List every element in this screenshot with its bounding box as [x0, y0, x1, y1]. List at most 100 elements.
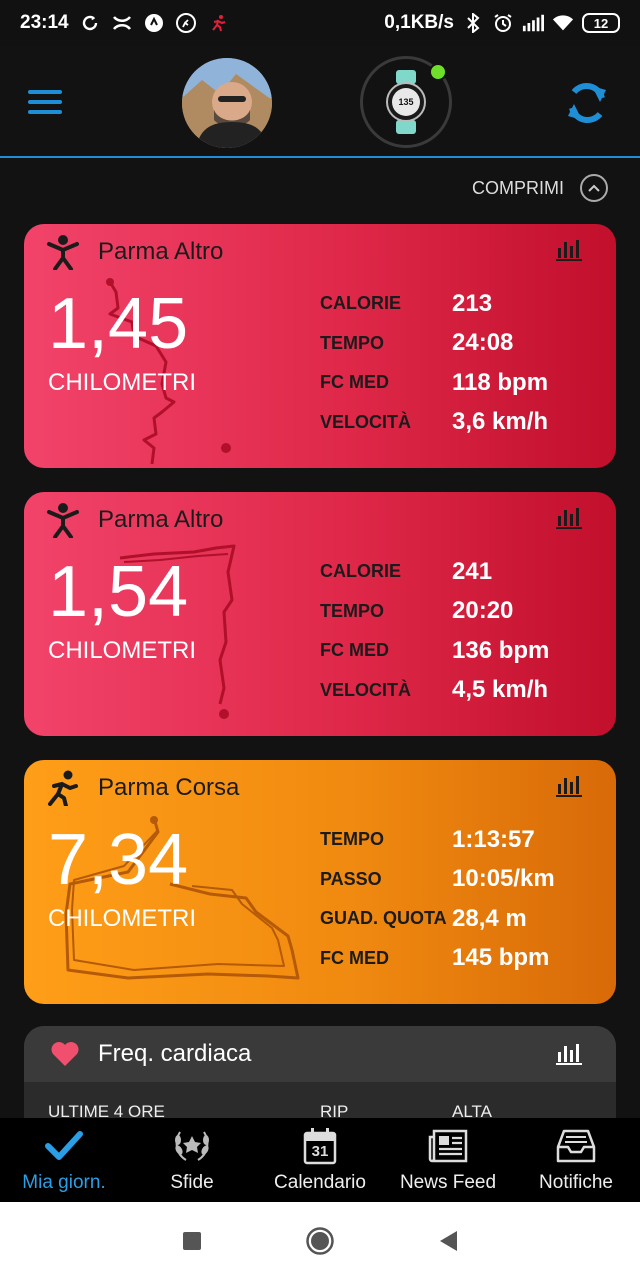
recents-button[interactable]	[176, 1225, 208, 1257]
circle-icon	[306, 1227, 334, 1255]
home-button[interactable]	[304, 1225, 336, 1257]
nav-label: Notifiche	[539, 1172, 613, 1193]
alarm-icon	[492, 12, 514, 34]
stat-row: VELOCITÀ 3,6 km/h	[320, 403, 548, 443]
nav-notifications[interactable]: Notifiche	[512, 1118, 640, 1202]
bottom-nav: Mia giorn. Sfide 31 Calendario News Feed…	[0, 1118, 640, 1202]
heart-icon	[51, 1042, 79, 1066]
column-header: RIP	[320, 1102, 349, 1118]
nav-news-feed[interactable]: News Feed	[384, 1118, 512, 1202]
stat-value: 4,5 km/h	[452, 676, 549, 704]
stat-label: TEMPO	[320, 332, 385, 353]
nav-label: Sfide	[170, 1172, 214, 1193]
device-watch-button[interactable]: 135	[360, 56, 452, 148]
system-nav-bar	[0, 1202, 640, 1280]
bar-chart-icon[interactable]	[556, 1042, 584, 1066]
stat-value: 213	[452, 289, 493, 317]
activity-title: Parma Altro	[98, 238, 224, 265]
sync-icon[interactable]	[562, 78, 612, 128]
activity-card[interactable]: Parma Altro 1,54 CHILOMETRI CALORIE 241 T…	[24, 492, 616, 736]
app-header: 135	[0, 46, 640, 158]
running-app-icon	[175, 12, 197, 34]
card-header: Parma Altro	[46, 232, 223, 272]
column-header: ALTA	[452, 1102, 492, 1118]
activity-card[interactable]: Parma Corsa 7,34 CHILOMETRI TEMPO 1:13:57…	[24, 760, 616, 1004]
distance-value: 1,54	[48, 552, 189, 632]
back-button[interactable]	[432, 1225, 464, 1257]
nav-challenges[interactable]: Sfide	[128, 1118, 256, 1202]
stat-value: 10:05/km	[452, 865, 555, 893]
wifi-icon	[552, 12, 574, 34]
stat-value: 145 bpm	[452, 944, 550, 972]
stat-label: FC MED	[320, 640, 389, 661]
stat-row: GUAD. QUOTA 28,4 m	[320, 899, 555, 939]
stat-label: GUAD. QUOTA	[320, 908, 447, 929]
card-header: Parma Altro	[46, 500, 223, 540]
status-bar: 23:14 0,1KB/s 12	[0, 0, 640, 46]
column-header: ULTIME 4 ORE	[48, 1102, 165, 1118]
heart-rate-columns: ULTIME 4 ORE RIP ALTA	[48, 1102, 492, 1118]
collapse-label: COMPRIMI	[472, 177, 564, 198]
hamburger-icon[interactable]	[28, 90, 62, 114]
bar-chart-icon[interactable]	[556, 506, 584, 530]
activity-title: Parma Altro	[98, 506, 224, 533]
sync-icon	[79, 12, 101, 34]
stat-label: VELOCITÀ	[320, 411, 412, 432]
stat-label: CALORIE	[320, 561, 401, 582]
stats-list: CALORIE 213 TEMPO 24:08 FC MED 118 bpm VELO…	[320, 284, 548, 442]
stat-row: PASSO 10:05/km	[320, 860, 555, 900]
stat-row: TEMPO 20:20	[320, 592, 549, 632]
signal-icon	[522, 12, 544, 34]
calendar-icon: 31	[300, 1126, 340, 1166]
watch-screen-value: 135	[398, 97, 414, 107]
stat-value: 20:20	[452, 597, 514, 625]
under-armour-icon	[111, 12, 133, 34]
nav-my-day[interactable]: Mia giorn.	[0, 1118, 128, 1202]
stat-row: VELOCITÀ 4,5 km/h	[320, 671, 549, 711]
distance-unit: CHILOMETRI	[48, 637, 197, 664]
stats-list: TEMPO 1:13:57 PASSO 10:05/km GUAD. QUOTA 28…	[320, 820, 555, 978]
nav-label: Calendario	[274, 1172, 366, 1193]
collapse-button[interactable]: COMPRIMI	[472, 174, 608, 202]
stats-list: CALORIE 241 TEMPO 20:20 FC MED 136 bpm VELO…	[320, 552, 549, 710]
chevron-up-icon	[580, 174, 608, 202]
heart-rate-card[interactable]: Freq. cardiaca ULTIME 4 ORE RIP ALTA	[24, 1026, 616, 1118]
distance-value: 1,45	[48, 284, 189, 364]
stat-label: VELOCITÀ	[320, 679, 412, 700]
stat-row: FC MED 145 bpm	[320, 939, 555, 979]
distance-value: 7,34	[48, 820, 189, 900]
stat-label: CALORIE	[320, 293, 401, 314]
calendar-day: 31	[311, 1143, 329, 1160]
stick-figure-icon	[47, 503, 79, 538]
nav-label: News Feed	[399, 1172, 497, 1193]
card-header: Parma Corsa	[46, 768, 239, 808]
inbox-icon	[556, 1126, 596, 1166]
nav-label: Mia giorn.	[22, 1172, 106, 1193]
avatar[interactable]	[182, 58, 272, 148]
runner-red-icon	[207, 12, 229, 34]
nav-calendar[interactable]: 31 Calendario	[256, 1118, 384, 1202]
stat-label: FC MED	[320, 372, 389, 393]
bar-chart-icon[interactable]	[556, 774, 584, 798]
bar-chart-icon[interactable]	[556, 238, 584, 262]
running-icon	[48, 770, 78, 806]
heart-rate-header: Freq. cardiaca	[24, 1026, 616, 1082]
activity-card[interactable]: Parma Altro 1,45 CHILOMETRI CALORIE 213 T…	[24, 224, 616, 468]
activity-title: Parma Corsa	[98, 774, 240, 801]
connected-indicator	[429, 63, 447, 81]
stat-value: 28,4 m	[452, 904, 527, 932]
stat-value: 241	[452, 557, 493, 585]
stat-value: 118 bpm	[452, 368, 549, 396]
checkmark-icon	[44, 1126, 84, 1166]
square-icon	[183, 1232, 201, 1250]
stat-value: 3,6 km/h	[452, 408, 549, 436]
distance-unit: CHILOMETRI	[48, 905, 197, 932]
stat-row: CALORIE 241	[320, 552, 549, 592]
stat-value: 136 bpm	[452, 636, 550, 664]
stat-label: TEMPO	[320, 600, 385, 621]
stat-row: FC MED 118 bpm	[320, 363, 548, 403]
stick-figure-icon	[47, 235, 79, 270]
back-triangle-icon	[440, 1231, 457, 1251]
stat-row: CALORIE 213	[320, 284, 548, 324]
stat-label: TEMPO	[320, 829, 385, 850]
